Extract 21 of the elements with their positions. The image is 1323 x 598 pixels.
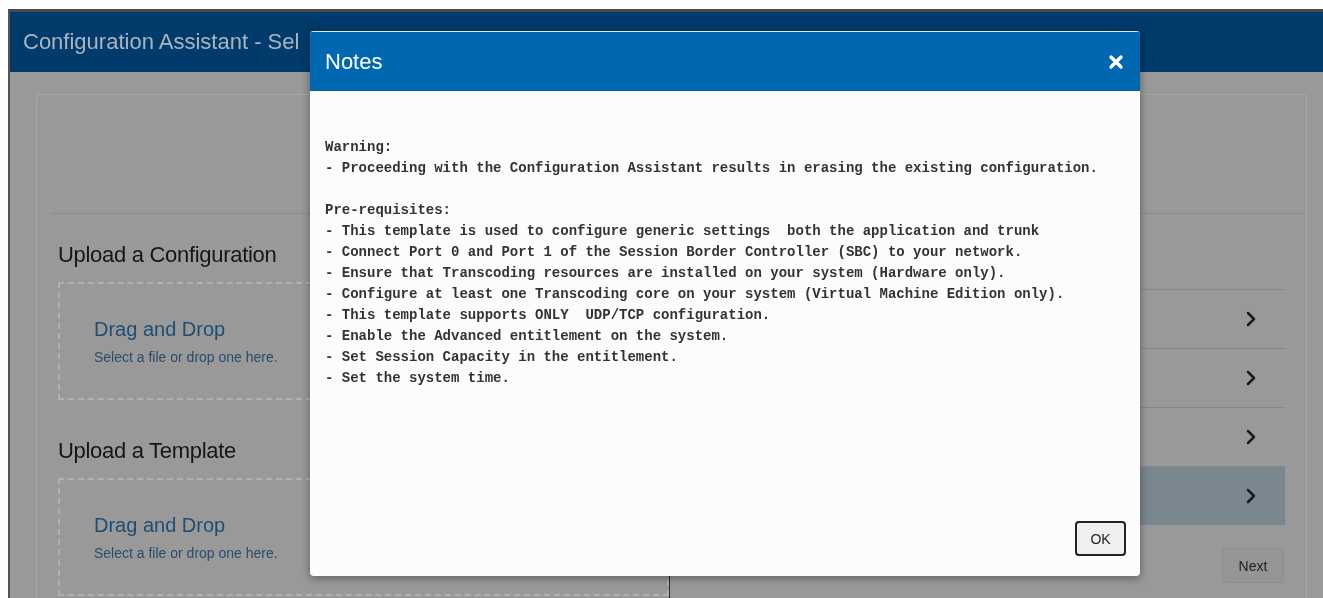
notes-line: - Set the system time. <box>325 369 511 388</box>
notes-heading: Warning: <box>325 138 394 157</box>
drop-hint: Select a file or drop one here. <box>94 349 278 365</box>
drop-hint: Select a file or drop one here. <box>94 545 278 561</box>
notes-line: - This template is used to configure generic settings both the application and trunk <box>325 222 1041 241</box>
section-heading: Upload a Template <box>58 438 236 464</box>
notes-heading: Pre-requisites: <box>325 201 453 220</box>
ok-button[interactable]: OK <box>1075 521 1126 556</box>
section-heading: Upload a Configuration <box>58 242 277 268</box>
page-title: Configuration Assistant - Sel <box>23 29 300 55</box>
dialog-title: Notes <box>325 48 383 75</box>
drop-title: Drag and Drop <box>94 318 226 341</box>
notes-line: - Proceeding with the Configuration Assistant results in erasing the existing configuration. <box>325 159 1099 178</box>
notes-line: - Set Session Capacity in the entitlement. <box>325 348 679 367</box>
notes-line: - Configure at least one Transcoding core on your system (Virtual Machine Edition only). <box>325 285 1066 304</box>
notes-line: - Ensure that Transcoding resources are installed on your system (Hardware only). <box>325 264 1007 283</box>
drop-title: Drag and Drop <box>94 514 226 537</box>
next-button[interactable]: Next <box>1222 548 1284 583</box>
notes-line: - This template supports ONLY UDP/TCP configuration. <box>325 306 772 325</box>
notes-line: - Enable the Advanced entitlement on the system. <box>325 327 730 346</box>
notes-line: - Connect Port 0 and Port 1 of the Session Border Controller (SBC) to your network. <box>325 243 1024 262</box>
